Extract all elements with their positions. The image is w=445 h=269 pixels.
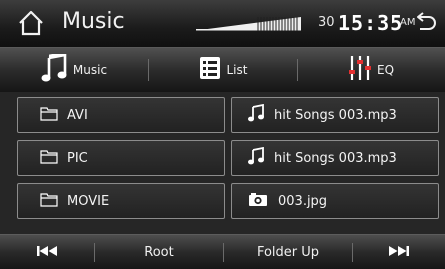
folder-icon (40, 192, 58, 211)
folder-item[interactable]: MOVIE (17, 183, 225, 219)
file-browser: AVI PIC MOVIE hit Songs 003.mp3 hit Song… (0, 92, 445, 234)
previous-button[interactable] (0, 235, 94, 269)
page-title: Music (62, 9, 125, 34)
folder-item[interactable]: PIC (17, 140, 225, 176)
equalizer-icon (348, 55, 371, 85)
music-note-icon (248, 103, 264, 126)
tab-music-label: Music (72, 63, 108, 77)
previous-icon (37, 245, 57, 260)
folder-label: AVI (67, 107, 88, 123)
folder-label: MOVIE (67, 193, 110, 209)
volume-level: 30 (318, 15, 335, 30)
tab-eq-label: EQ (376, 63, 395, 77)
home-icon[interactable] (18, 10, 44, 36)
clock-time: 15:35 (338, 11, 404, 35)
root-button[interactable]: Root (95, 235, 223, 269)
tab-eq[interactable]: EQ (298, 48, 445, 92)
camera-icon (248, 192, 268, 211)
folder-icon (40, 106, 58, 125)
file-item[interactable]: 003.jpg (231, 183, 439, 219)
folder-up-button[interactable]: Folder Up (224, 235, 352, 269)
file-item[interactable]: hit Songs 003.mp3 (231, 140, 439, 176)
file-label: hit Songs 003.mp3 (274, 150, 397, 166)
volume-bars-icon[interactable] (196, 16, 301, 31)
tab-music[interactable]: Music (0, 48, 148, 92)
root-label: Root (144, 244, 174, 260)
top-bar: Music 30 15:35 AM (0, 0, 445, 47)
list-icon (199, 56, 221, 84)
tab-list-label: List (226, 63, 248, 77)
file-label: hit Songs 003.mp3 (274, 107, 397, 123)
folder-up-label: Folder Up (256, 244, 320, 260)
file-item[interactable]: hit Songs 003.mp3 (231, 97, 439, 133)
next-icon (389, 245, 409, 260)
tab-list[interactable]: List (149, 48, 297, 92)
music-note-icon (248, 146, 264, 169)
tab-bar: Music List EQ (0, 47, 445, 92)
folder-label: PIC (67, 150, 88, 166)
folder-item[interactable]: AVI (17, 97, 225, 133)
bottom-bar: Root Folder Up (0, 234, 445, 269)
back-arrow-icon[interactable] (414, 10, 438, 36)
music-note-icon (41, 51, 67, 86)
file-label: 003.jpg (278, 193, 328, 209)
next-button[interactable] (353, 235, 445, 269)
folder-icon (40, 149, 58, 168)
